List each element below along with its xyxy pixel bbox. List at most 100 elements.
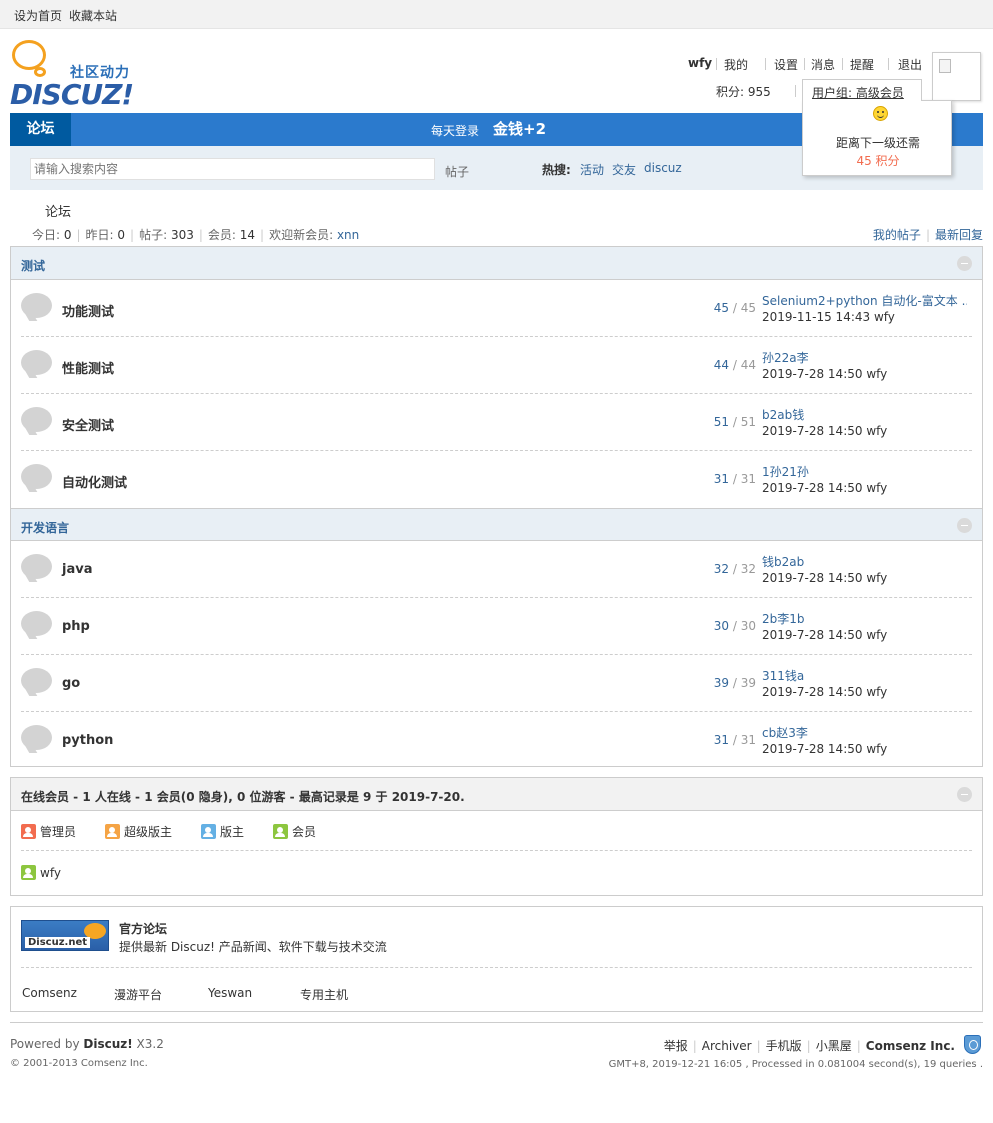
friend-link[interactable]: Yeswan xyxy=(208,986,252,1000)
forum-row: python 31 / 31 cb赵3李 2019-7-28 14:50 wfy xyxy=(21,712,972,769)
post-count: 32 xyxy=(740,562,756,576)
stat-welcome-label: 欢迎新会员: xyxy=(269,228,337,242)
set-home-link[interactable]: 设为首页 xyxy=(14,7,62,24)
last-post-link[interactable]: cb赵3李 xyxy=(762,724,808,741)
forum-bubble-icon xyxy=(21,668,52,696)
forum-bubble-icon xyxy=(21,350,52,378)
forum-counts: 45 / 45 xyxy=(713,301,756,315)
messages-link[interactable]: 消息 xyxy=(811,56,835,73)
forum-categories: 测试 功能测试 45 / 45 Selenium2+python 自动化-富文本… xyxy=(10,246,983,767)
official-forum-link: Discuz.net 官方论坛 提供最新 Discuz! 产品新闻、软件下载与技… xyxy=(21,907,972,968)
new-member-link[interactable]: xnn xyxy=(337,228,359,242)
hot-search-term[interactable]: discuz xyxy=(644,161,682,175)
forum-row: 安全测试 51 / 51 b2ab钱 2019-7-28 14:50 wfy xyxy=(21,394,972,451)
discuz-net-logo[interactable]: Discuz.net xyxy=(21,920,109,951)
company-link[interactable]: Comsenz Inc. xyxy=(866,1039,955,1053)
forum-name-link[interactable]: php xyxy=(62,619,90,634)
legend-super-mod: 超级版主 xyxy=(105,823,172,840)
last-post-link[interactable]: Selenium2+python 自动化-富文本 ... xyxy=(762,292,967,309)
friend-link[interactable]: Comsenz xyxy=(22,986,77,1000)
forum-name-link[interactable]: java xyxy=(62,562,92,577)
usergroup-tab[interactable]: 用户组: 高级会员 xyxy=(802,79,922,101)
last-post-link[interactable]: b2ab钱 xyxy=(762,406,804,423)
friend-links-box: Discuz.net 官方论坛 提供最新 Discuz! 产品新闻、软件下载与技… xyxy=(10,906,983,1012)
my-posts-link[interactable]: 我的帖子 xyxy=(873,228,921,242)
mod-user-icon xyxy=(201,824,216,839)
last-post-meta: 2019-11-15 14:43 wfy xyxy=(762,310,895,324)
forum-name-link[interactable]: python xyxy=(62,733,113,748)
thread-count: 30 xyxy=(713,619,730,633)
forum-name-link[interactable]: 安全测试 xyxy=(62,415,114,434)
nav-forum-tab[interactable]: 论坛 xyxy=(10,113,71,146)
bookmark-link[interactable]: 收藏本站 xyxy=(69,7,117,24)
forum-name-link[interactable]: go xyxy=(62,676,80,691)
logo-bubble-icon xyxy=(12,40,46,70)
post-count: 51 xyxy=(740,415,756,429)
search-input[interactable] xyxy=(30,158,435,180)
forum-name-link[interactable]: 性能测试 xyxy=(62,358,114,377)
friend-link[interactable]: 漫游平台 xyxy=(114,986,162,1003)
product-link[interactable]: Discuz! xyxy=(83,1037,132,1051)
forum-name-link[interactable]: 自动化测试 xyxy=(62,472,127,491)
member-user-icon xyxy=(273,824,288,839)
forum-row: php 30 / 30 2b李1b 2019-7-28 14:50 wfy xyxy=(21,598,972,655)
last-post-meta: 2019-7-28 14:50 wfy xyxy=(762,628,888,642)
hot-search-term[interactable]: 交友 xyxy=(612,161,636,178)
category-header: 测试 xyxy=(11,247,982,280)
archiver-link[interactable]: Archiver xyxy=(702,1039,752,1053)
usergroup-link[interactable]: 用户组: 高级会员 xyxy=(812,84,904,101)
thread-count: 39 xyxy=(713,676,730,690)
last-post-link[interactable]: 孙22a李 xyxy=(762,349,809,366)
last-post-link[interactable]: 钱b2ab xyxy=(762,553,804,570)
friend-link[interactable]: 专用主机 xyxy=(300,986,348,1003)
thread-count: 51 xyxy=(713,415,730,429)
category-forum-list: java 32 / 32 钱b2ab 2019-7-28 14:50 wfy p… xyxy=(11,541,982,769)
forum-counts: 44 / 44 xyxy=(713,358,756,372)
post-count: 39 xyxy=(740,676,756,690)
search-type-select[interactable]: 帖子 xyxy=(445,163,469,180)
copyright: © 2001-2013 Comsenz Inc. xyxy=(10,1058,148,1069)
thread-count: 45 xyxy=(713,301,730,315)
avatar[interactable] xyxy=(932,52,981,101)
online-user-name[interactable]: wfy xyxy=(40,866,61,880)
online-title[interactable]: 在线会员 - 1 人在线 - 1 会员(0 隐身), 0 位游客 - 最高记录是… xyxy=(21,788,465,805)
collapse-icon[interactable] xyxy=(957,518,972,533)
legend-label: 版主 xyxy=(220,825,245,839)
forum-bubble-icon xyxy=(21,293,52,321)
member-user-icon xyxy=(21,865,36,880)
online-header: 在线会员 - 1 人在线 - 1 会员(0 隐身), 0 位游客 - 最高记录是… xyxy=(11,778,982,811)
menu-divider xyxy=(842,58,843,70)
thread-count: 32 xyxy=(713,562,730,576)
last-post-link[interactable]: 1孙21孙 xyxy=(762,463,809,480)
online-user[interactable]: wfy xyxy=(21,865,61,880)
hot-search-term[interactable]: 活动 xyxy=(580,161,604,178)
last-post-link[interactable]: 2b李1b xyxy=(762,610,805,627)
username-link[interactable]: wfy xyxy=(688,56,712,70)
category-title[interactable]: 开发语言 xyxy=(21,519,69,536)
next-level-points: 45 积分 xyxy=(856,154,900,168)
forum-row: 性能测试 44 / 44 孙22a李 2019-7-28 14:50 wfy xyxy=(21,337,972,394)
site-logo[interactable]: 社区动力 DISCUZ! xyxy=(10,40,145,111)
mobile-link[interactable]: 手机版 xyxy=(766,1039,802,1053)
logout-link[interactable]: 退出 xyxy=(898,56,922,73)
forum-name-link[interactable]: 功能测试 xyxy=(62,301,114,320)
forum-counts: 30 / 30 xyxy=(713,619,756,633)
my-menu-link[interactable]: 我的 xyxy=(724,56,748,73)
breadcrumb[interactable]: 论坛 xyxy=(45,201,71,220)
security-shield-icon[interactable] xyxy=(964,1035,981,1054)
official-forum-title[interactable]: 官方论坛 xyxy=(119,920,167,937)
report-link[interactable]: 举报 xyxy=(664,1039,688,1053)
stat-members-label: 会员: xyxy=(207,228,240,242)
forum-bubble-icon xyxy=(21,554,52,582)
collapse-icon[interactable] xyxy=(957,787,972,802)
last-post-meta: 2019-7-28 14:50 wfy xyxy=(762,481,888,495)
blacklist-link[interactable]: 小黑屋 xyxy=(816,1039,852,1053)
settings-link[interactable]: 设置 xyxy=(774,56,798,73)
last-post-link[interactable]: 311钱a xyxy=(762,667,804,684)
latest-replies-link[interactable]: 最新回复 xyxy=(935,228,983,242)
category-title[interactable]: 测试 xyxy=(21,257,45,274)
collapse-icon[interactable] xyxy=(957,256,972,271)
reminders-link[interactable]: 提醒 xyxy=(850,56,874,73)
forum-counts: 31 / 31 xyxy=(713,733,756,747)
credits-link[interactable]: 积分: 955 xyxy=(716,83,771,100)
